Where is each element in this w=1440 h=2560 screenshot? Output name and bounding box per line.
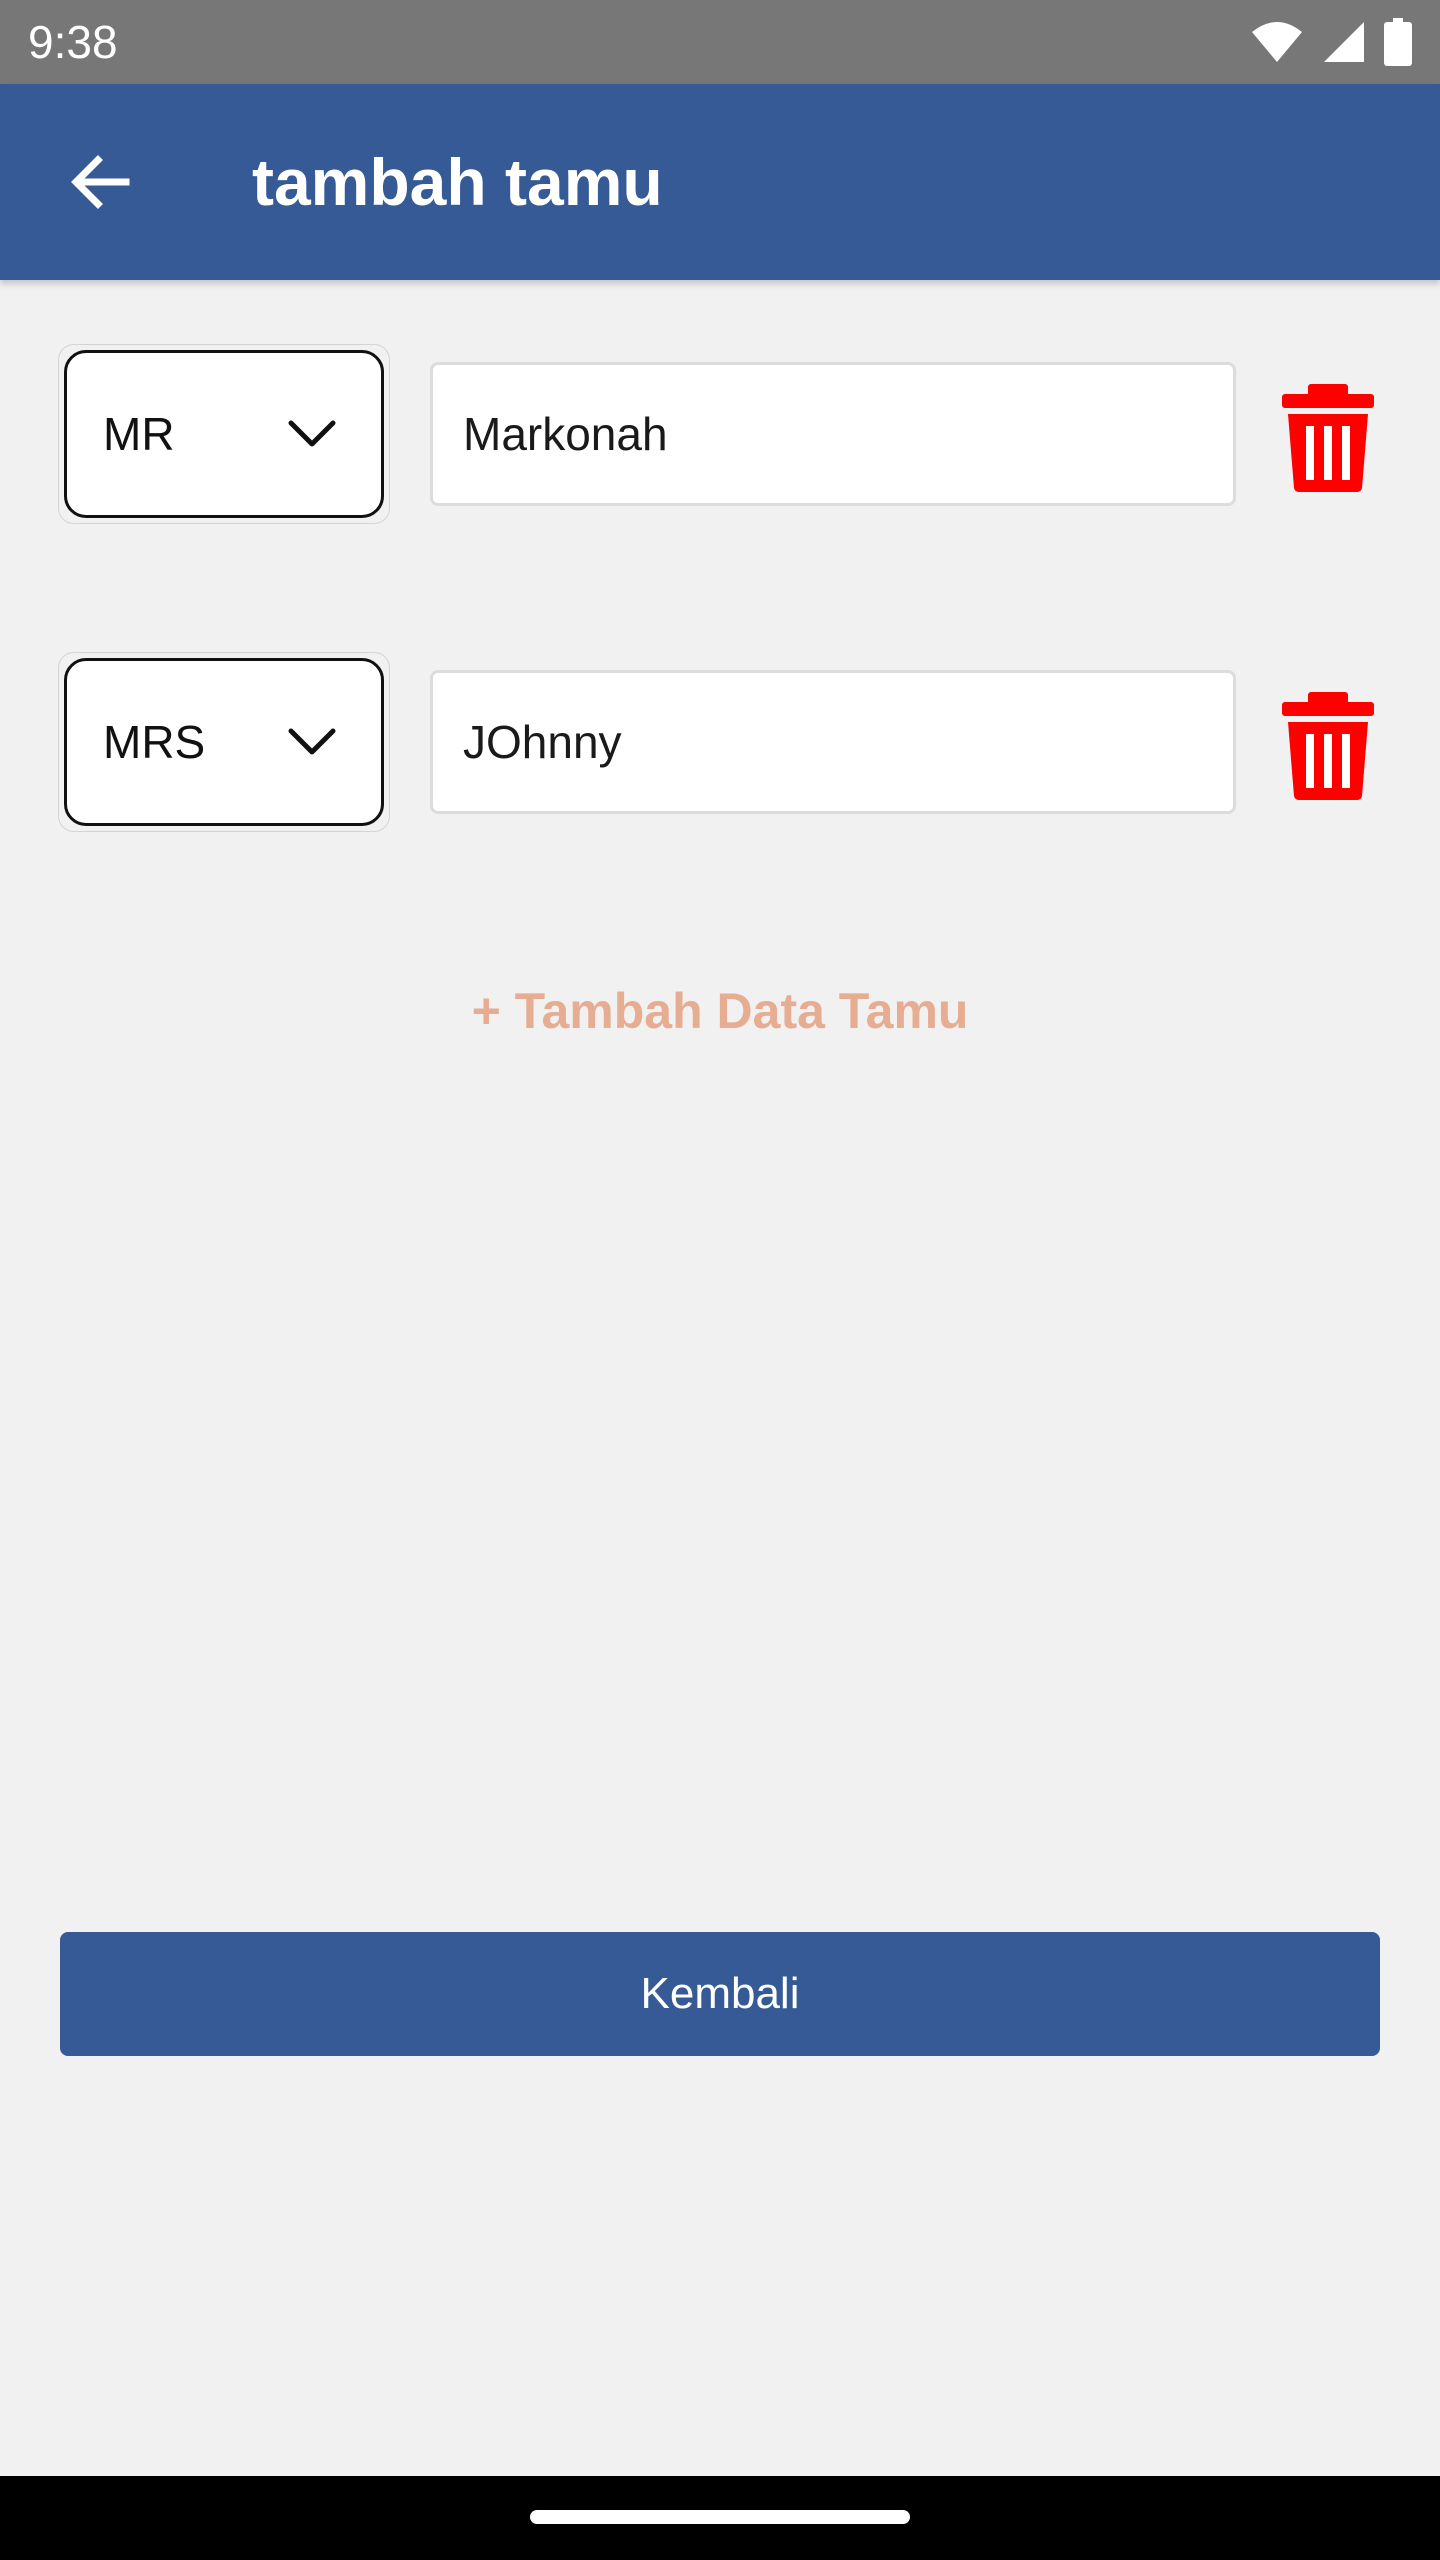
navigation-bar [0,2476,1440,2560]
signal-icon [1324,22,1364,62]
title-select[interactable]: MRS [64,658,384,826]
guest-row: MRS [0,652,1440,832]
chevron-down-icon [288,728,336,755]
home-indicator[interactable] [530,2510,910,2524]
battery-icon [1384,18,1412,66]
arrow-left-icon [71,155,130,209]
chevron-down-icon [288,420,336,447]
title-select-value: MR [103,408,175,460]
guest-name-input[interactable] [430,670,1236,814]
title-select-value: MRS [103,716,206,768]
title-select-wrapper: MRS [58,652,390,832]
trash-icon[interactable] [1270,378,1386,494]
guest-name-input[interactable] [430,362,1236,506]
add-guest-button[interactable]: + Tambah Data Tamu [0,976,1440,1046]
title-select-wrapper: MR [58,344,390,524]
status-bar: 9:38 [0,0,1440,84]
app-bar: tambah tamu [0,84,1440,280]
title-select[interactable]: MR [64,350,384,518]
back-arrow-button[interactable] [50,132,150,232]
back-button[interactable]: Kembali [60,1932,1380,2056]
trash-icon[interactable] [1270,686,1386,802]
status-time: 9:38 [28,16,118,68]
status-icons [1250,16,1412,68]
wifi-icon [1252,22,1302,62]
guest-row: MR [0,344,1440,524]
page-title: tambah tamu [252,145,663,219]
